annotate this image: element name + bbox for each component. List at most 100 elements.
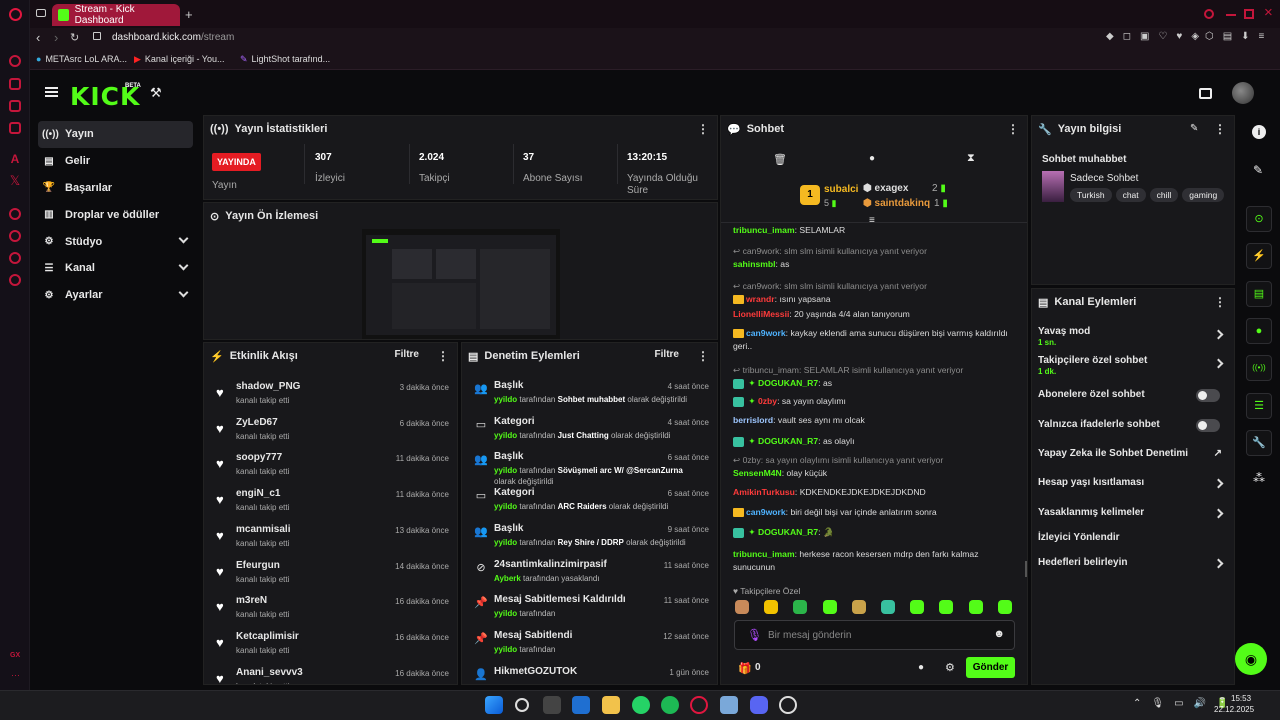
opera-side-icon-4[interactable] <box>9 122 21 134</box>
emote-icon[interactable] <box>910 600 925 614</box>
activity-item[interactable]: ♥ Efeurgun kanalı takip etti 14 dakika önce <box>214 560 449 594</box>
channel-action-item[interactable]: Abonelere özel sohbet <box>1038 389 1226 409</box>
hamburger-menu-icon[interactable] <box>45 87 58 97</box>
opera-logo-icon[interactable] <box>9 8 22 21</box>
opera-side-icon-2[interactable] <box>9 78 21 90</box>
chat-message[interactable]: ↩ 0zby: sa yayın olaylımı isimli kullanı… <box>733 454 1013 480</box>
activity-username[interactable]: mcanmisali <box>236 524 290 535</box>
clock-time[interactable]: 15:53 <box>1231 694 1251 703</box>
url-field[interactable]: dashboard.kick.com/stream <box>112 32 234 43</box>
chat-username[interactable]: berrislord <box>733 415 773 425</box>
chat-message[interactable]: can9work: kaykay eklendi ama sunucu düşü… <box>733 327 1013 353</box>
taskbar-app-3[interactable] <box>720 696 738 714</box>
chat-message[interactable]: ↩ can9work: slm slm isimli kullanıcıya y… <box>733 280 1013 306</box>
edit-icon[interactable]: ✎ <box>1190 123 1198 134</box>
chat-message[interactable]: tribuncu_imam: SELAMLAR <box>733 224 1013 237</box>
send-button[interactable]: Gönder <box>966 657 1015 678</box>
nav-item-kanal[interactable]: ☰ Kanal <box>38 255 193 282</box>
opera-side-icon-10[interactable] <box>9 274 21 286</box>
chat-username[interactable]: AmikinTurkusu <box>733 487 795 497</box>
taskbar-app-2[interactable] <box>572 696 590 714</box>
activity-username[interactable]: ZyLeD67 <box>236 417 278 428</box>
emote-icon[interactable] <box>851 600 866 614</box>
back-icon[interactable]: ‹ <box>36 30 40 45</box>
maximize-button[interactable] <box>1244 9 1254 19</box>
channel-action-item[interactable]: Yalnızca ifadelerle sohbet <box>1038 419 1226 439</box>
mic-icon[interactable]: 🎙 <box>747 628 762 642</box>
moderation-item[interactable]: ▭ Kategori yyildo tarafından ARC Raiders o… <box>472 487 709 523</box>
search-icon[interactable] <box>515 698 529 712</box>
chat-username[interactable]: DOGUKAN_R7 <box>758 436 818 446</box>
channel-action-item[interactable]: Yasaklanmış kelimeler <box>1038 507 1226 527</box>
moderation-item[interactable]: 👥 Başlık yyildo tarafından Sövüşmeli arc W… <box>472 451 709 487</box>
chat-username[interactable]: can9work <box>746 507 786 517</box>
moderation-item[interactable]: 👥 Başlık yyildo tarafından Rey Shire / DDR… <box>472 523 709 559</box>
edit-layout-icon[interactable]: ✎ <box>1253 163 1263 177</box>
activity-item[interactable]: ♥ soopy777 kanalı takip etti 11 dakika önce <box>214 452 449 486</box>
chat-username[interactable]: DOGUKAN_R7 <box>758 378 818 388</box>
chat-message[interactable]: LionelliMessii: 20 yaşında 4/4 alan tanı… <box>733 308 1013 321</box>
moderation-item[interactable]: 👥 Başlık yyildo tarafından Sohbet muhabbet… <box>472 380 709 416</box>
reload-icon[interactable]: ↻ <box>70 31 79 44</box>
bookmark-3[interactable]: ✎ LightShot tarafınd... <box>240 54 330 65</box>
chat-username[interactable]: wrandr <box>746 294 775 304</box>
chat-username[interactable]: SensenM4N <box>733 468 782 478</box>
opera-side-icon-1[interactable] <box>9 55 21 67</box>
more-options-icon[interactable]: ⋮ <box>1007 122 1019 136</box>
file-explorer-icon[interactable] <box>602 696 620 714</box>
more-options-icon[interactable]: ⋮ <box>697 349 709 363</box>
chat-username[interactable]: tribuncu_imam <box>733 225 795 235</box>
activity-username[interactable]: Ketcaplimisir <box>236 631 299 642</box>
discord-icon[interactable] <box>750 696 768 714</box>
chat-input[interactable]: 🎙 Bir mesaj gönderin ☻ <box>734 620 1015 650</box>
activity-item[interactable]: ♥ mcanmisali kanalı takip etti 13 dakika ön… <box>214 524 449 558</box>
taskbar-app-4[interactable] <box>779 696 797 714</box>
activity-item[interactable]: ♥ Ketcaplimisir kanalı takip etti 16 dakika… <box>214 631 449 665</box>
chat-username[interactable]: LionelliMessii <box>733 309 789 319</box>
moderation-item[interactable]: ▭ Kategori yyildo tarafından Just Chatting… <box>472 416 709 452</box>
channel-action-item[interactable]: İzleyici Yönlendir <box>1038 532 1226 552</box>
activity-toggle-icon[interactable]: ⚡ <box>1246 243 1272 269</box>
chat-toggle-icon[interactable]: ● <box>1246 318 1272 344</box>
activity-item[interactable]: ♥ m3reN kanalı takip etti 16 dakika önce <box>214 595 449 629</box>
opera-side-icon-9[interactable] <box>9 252 21 264</box>
opera-side-icon-8[interactable] <box>9 230 21 242</box>
chat-users-icon[interactable]: ● <box>918 662 924 673</box>
channel-action-item[interactable]: Hedefleri belirleyin <box>1038 557 1226 577</box>
activity-item[interactable]: ♥ engiN_c1 kanalı takip etti 11 dakika önce <box>214 488 449 522</box>
activity-item[interactable]: ♥ ZyLeD67 kanalı takip etti 6 dakika önce <box>214 417 449 451</box>
toggle-switch[interactable] <box>1196 419 1220 432</box>
chat-settings-icon[interactable]: ⚙ <box>945 661 955 674</box>
preview-toggle-icon[interactable]: ⊙ <box>1246 206 1272 232</box>
chat-message[interactable]: tribuncu_imam: herkese racon kesersen md… <box>733 548 1013 574</box>
chat-username[interactable]: can9work <box>746 328 786 338</box>
chat-message[interactable]: AmikinTurkusu: KDKENDKEJDKEJDKEJDKDND <box>733 486 1013 499</box>
whatsapp-icon[interactable] <box>632 696 650 714</box>
taskbar-app-1[interactable] <box>543 696 561 714</box>
avatar[interactable] <box>1232 82 1254 104</box>
stream-info-toggle-icon[interactable]: 🔧 <box>1246 430 1272 456</box>
moderation-item[interactable]: ⊘ 24santimkalinzimirpasif Ayberk tarafında… <box>472 559 709 595</box>
emote-icon[interactable] <box>997 600 1012 614</box>
emote-icon[interactable] <box>822 600 837 614</box>
bookmark-2[interactable]: ▶ Kanal içeriği - You... <box>134 54 224 65</box>
emote-icon[interactable] <box>735 600 749 614</box>
more-options-icon[interactable]: ⋮ <box>437 349 449 363</box>
minimize-button[interactable] <box>1226 14 1236 16</box>
chat-bubble-icon[interactable]: ● <box>869 153 875 164</box>
activity-username[interactable]: Efeurgun <box>236 560 280 571</box>
opera-gx-icon[interactable] <box>690 696 708 714</box>
chat-username[interactable]: sahinsmbl <box>733 259 776 269</box>
opera-side-icon-5[interactable]: A <box>9 153 21 165</box>
search-tabs-icon[interactable] <box>1204 9 1214 19</box>
forward-icon[interactable]: › <box>54 30 58 45</box>
toggle-switch[interactable] <box>1196 389 1220 402</box>
tab-menu-icon[interactable] <box>36 9 46 17</box>
chat-username[interactable]: 0zby <box>758 396 777 406</box>
emote-icon[interactable] <box>968 600 983 614</box>
channel-action-item[interactable]: Yapay Zeka ile Sohbet Denetimi ↗ <box>1038 448 1226 468</box>
spotify-icon[interactable] <box>661 696 679 714</box>
chat-message[interactable]: ✦ 0zby: sa yayın olaylımı <box>733 395 1013 408</box>
activity-username[interactable]: engiN_c1 <box>236 488 280 499</box>
chat-username[interactable]: DOGUKAN_R7 <box>758 527 818 537</box>
